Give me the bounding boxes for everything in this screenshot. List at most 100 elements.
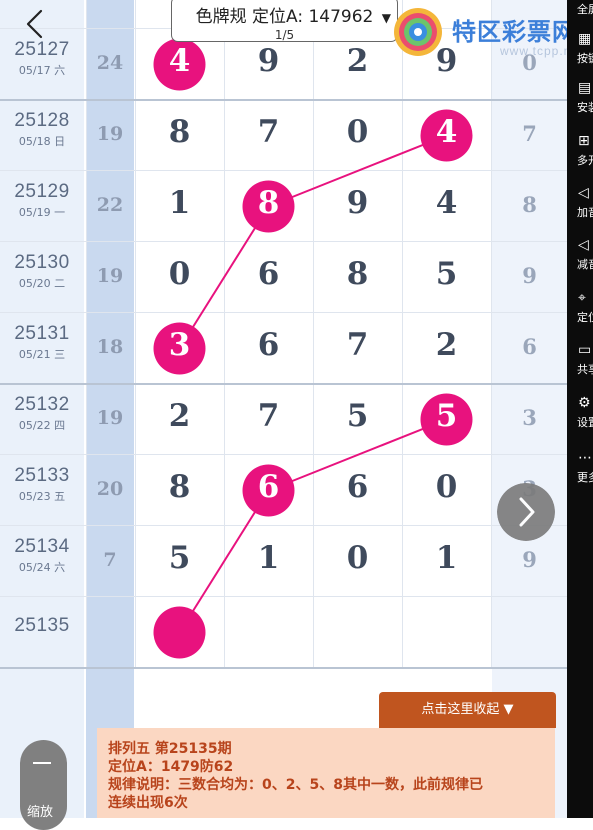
logo-icon [394, 8, 442, 56]
toolbar-item[interactable]: ◁ 减音 [567, 234, 593, 280]
more-icon: ⋯ [578, 450, 592, 466]
sum-value: 20 [96, 478, 124, 500]
sum-value: 7 [103, 549, 117, 571]
extra-value: 3 [522, 405, 537, 430]
issue-number: 25134 [14, 536, 70, 557]
issue-date: 05/21 三 [18, 348, 66, 361]
info-panel: 排列五 第25135期 定位A：1479防62 规律说明：三数合均为：0、2、5… [97, 728, 555, 818]
digit-cell: 1 [168, 185, 191, 221]
digit-cell: 8 [346, 256, 369, 292]
digit-cell: 2 [168, 398, 191, 434]
collapse-button[interactable]: 点击这里收起 ▼ [379, 692, 556, 728]
issue-date: 05/17 六 [18, 64, 66, 77]
issue-number: 25131 [14, 323, 70, 344]
extra-value: 7 [522, 121, 537, 146]
issue-cell: 25133 05/23 五 [0, 465, 84, 504]
toolbar-label: 定位 [577, 311, 593, 324]
volume-down-icon: ◁ [578, 237, 589, 253]
issue-date: 05/22 四 [18, 419, 66, 432]
folder-icon: ▭ [578, 342, 592, 358]
digit-cell: 9 [346, 185, 369, 221]
side-toolbar: 全屏 ▦ 按键 ▤ 安装 ⊞ 多开 ◁ 加音 ◁ 减音 ⌖ 定位 ▭ 共享 ⚙ 设置 ⋯ 更多 [567, 0, 593, 818]
issue-number: 25129 [14, 181, 70, 202]
toolbar-item[interactable]: ▦ 按键 [567, 28, 593, 74]
toolbar-item[interactable]: ▤ 安装 [567, 77, 593, 123]
title-selector[interactable]: 色牌规 定位A: 147962 1/5 ▼ [171, 0, 398, 42]
table-row: 25129 05/19 一 22 1 8 9 4 8 [0, 171, 567, 242]
issue-number: 25135 [14, 615, 70, 636]
digit-cell: 2 [435, 327, 458, 363]
info-issue: 排列五 第25135期 [108, 741, 232, 757]
toolbar-item[interactable]: ⊞ 多开 [567, 130, 593, 176]
digit-cell: 4 [168, 43, 191, 79]
toolbar-label: 减音 [577, 258, 593, 271]
back-icon[interactable] [20, 8, 50, 40]
digit-cell: 8 [168, 469, 191, 505]
next-arrow-button[interactable] [497, 483, 555, 541]
toolbar-label: 安装 [577, 101, 593, 114]
issue-number: 25130 [14, 252, 70, 273]
toolbar-label: 共享 [577, 363, 593, 376]
sum-value: 19 [96, 265, 124, 287]
extra-value: 9 [522, 263, 537, 288]
minus-icon [33, 762, 51, 764]
toolbar-label: 更多 [577, 471, 593, 484]
table-row: 25128 05/18 日 19 8 7 0 4 7 [0, 100, 567, 171]
digit-cell: 5 [346, 398, 369, 434]
header: 色牌规 定位A: 147962 1/5 ▼ 特区彩票网 www.tcpp.net [0, 0, 593, 58]
page-indicator: 1/5 [274, 28, 295, 42]
digit-cell: 6 [346, 469, 369, 505]
toolbar-item[interactable]: ▭ 共享 [567, 339, 593, 385]
gear-icon: ⚙ [578, 395, 591, 411]
digit-cell: 0 [168, 256, 191, 292]
page-title: 色牌规 定位A: 147962 [195, 7, 374, 27]
toolbar-item[interactable]: ⚙ 设置 [567, 392, 593, 438]
toolbar-label: 多开 [577, 154, 593, 167]
digit-cell: 0 [346, 540, 369, 576]
toolbar-item[interactable]: ⋯ 更多 [567, 447, 593, 493]
digit-cell: 9 [257, 43, 280, 79]
digit-cell: 8 [257, 185, 280, 221]
table-row: 2513305/23 五2086603 [0, 455, 567, 526]
multi-open-icon: ⊞ [578, 133, 590, 149]
toolbar-item[interactable]: ◁ 加音 [567, 182, 593, 228]
issue-cell: 25135 [0, 615, 84, 638]
digit-cell: 6 [257, 256, 280, 292]
location-icon: ⌖ [578, 290, 586, 306]
digit-cell: 1 [435, 540, 458, 576]
toolbar-label: 设置 [577, 416, 593, 429]
extra-value: 9 [522, 547, 537, 572]
digit-cell: 7 [257, 398, 280, 434]
issue-date: 05/20 二 [18, 277, 66, 290]
issue-number: 25132 [14, 394, 70, 415]
zoom-button[interactable]: 缩放 [20, 740, 67, 830]
digit-cell: 7 [257, 114, 280, 150]
digit-cell: 1 [257, 540, 280, 576]
toolbar-label: 按键 [577, 52, 593, 65]
digit-cell: 4 [435, 114, 458, 150]
table-row: 25132 05/22 四 19 2 7 5 5 3 [0, 384, 567, 455]
issue-date: 05/24 六 [18, 561, 66, 574]
digit-cell: 6 [257, 327, 280, 363]
table-row: 25134 05/24 六 7 5 1 0 1 9 [0, 526, 567, 597]
digit-cell: 4 [435, 185, 458, 221]
keyboard-icon: ▦ [578, 31, 592, 47]
toolbar-label: 全屏 [577, 3, 593, 16]
toolbar-item[interactable]: ⌖ 定位 [567, 287, 593, 333]
digit-cell: 5 [435, 398, 458, 434]
volume-up-icon: ◁ [578, 185, 589, 201]
issue-cell: 25134 05/24 六 [0, 536, 84, 575]
info-position: 定位A：1479防62 [108, 759, 234, 775]
dropdown-caret-icon: ▼ [381, 11, 391, 25]
sum-value: 24 [96, 52, 124, 74]
toolbar-label: 加音 [577, 206, 593, 219]
sum-value: 19 [96, 123, 124, 145]
digit-cell: 0 [346, 114, 369, 150]
zoom-label: 缩放 [27, 805, 54, 820]
issue-number: 25128 [14, 110, 70, 131]
issue-date: 05/19 一 [18, 206, 66, 219]
digit-cell: 5 [168, 540, 191, 576]
digit-cell: 7 [346, 327, 369, 363]
digit-cell: 2 [346, 43, 369, 79]
sum-value: 19 [96, 407, 124, 429]
